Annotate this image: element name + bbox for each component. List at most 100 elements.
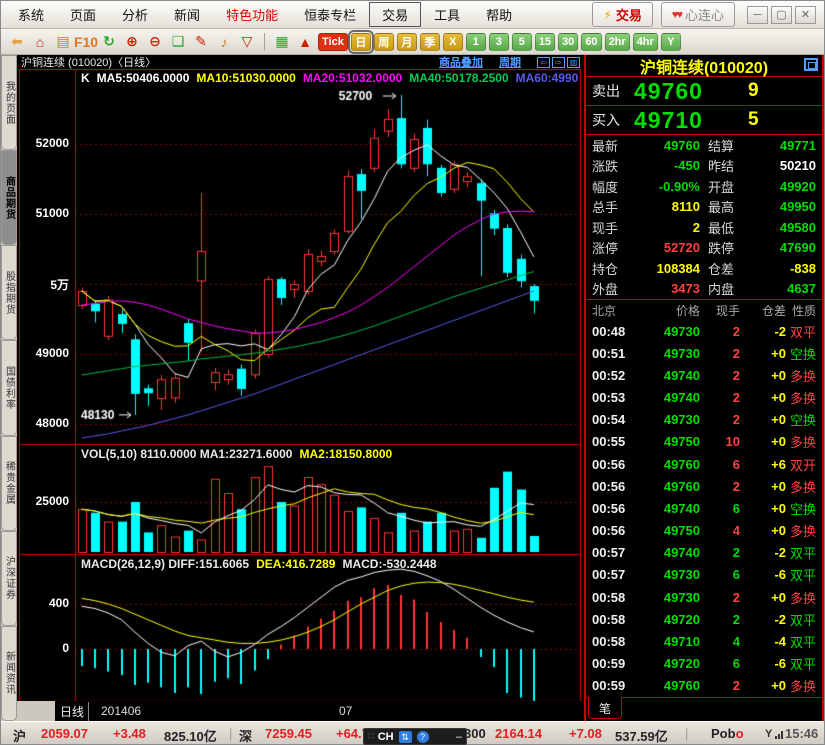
restore-window-icon[interactable] [804, 58, 818, 71]
chart-header: 沪铜连续 (010020)〈日线〉 商品叠加 周期 ⇦ ⇨ ▥ [17, 55, 584, 69]
period-link[interactable]: 周期 [499, 54, 521, 70]
sep[interactable] [264, 33, 265, 51]
home-icon[interactable]: ⌂ [30, 32, 50, 52]
tick-row: 00:59 49720 6 -6 双平 [586, 653, 822, 675]
quote-table-icon[interactable]: ▦ [272, 32, 292, 52]
sidebar-tab[interactable]: 沪深证券 [1, 531, 17, 626]
stats-row: 涨停 52720 跌停 47690 [586, 238, 822, 259]
split-view-icon[interactable]: ▥ [567, 57, 580, 68]
f10-icon[interactable]: F10 [76, 32, 96, 52]
ime-help-icon[interactable]: ? [417, 731, 429, 743]
tick-row: 00:56 49760 2 +0 多换 [586, 475, 822, 497]
app-window: 系统页面分析新闻特色功能恒泰专栏交易工具帮助 ⚡ 交易 ♥♥ 心连心 ─ ▢ ✕… [0, 0, 825, 745]
period-2hr[interactable]: 2hr [605, 33, 630, 51]
tick-row: 00:52 49740 2 +0 多换 [586, 364, 822, 386]
horn-icon[interactable]: ♪ [214, 32, 234, 52]
period-1m[interactable]: 1 [466, 33, 486, 51]
tick-row: 00:57 49730 6 -6 双平 [586, 564, 822, 586]
kline-icon[interactable]: ▲ [295, 32, 315, 52]
brand-logo: Pobo [711, 726, 744, 741]
axis-corner [17, 701, 55, 721]
signal-icon: Y [765, 729, 783, 739]
sidebar-tab[interactable]: 新闻资讯 [1, 626, 17, 721]
ask-price: 49760 [634, 78, 748, 105]
hearts-icon: ♥♥ [672, 9, 681, 21]
sh-amount: 825.10亿 [164, 726, 217, 745]
tick-row: 00:57 49740 2 -2 双平 [586, 542, 822, 564]
sidebar-tab[interactable]: 商品期货 [1, 150, 17, 245]
trade-button[interactable]: ⚡ 交易 [592, 2, 652, 27]
axis-label-month1: 201406 [101, 704, 141, 718]
filter-icon[interactable]: ▽ [237, 32, 257, 52]
period-tab-label[interactable]: 日线 [56, 702, 89, 721]
tick-row: 00:59 49760 2 +0 多换 [586, 675, 822, 697]
heart-button-label: 心连心 [685, 5, 724, 24]
sz-index: 7259.45 [265, 726, 312, 741]
notebook-icon[interactable]: ▤ [53, 32, 73, 52]
period-day[interactable]: 日 [351, 33, 371, 51]
ask-volume: 9 [748, 80, 816, 102]
sidebar-tab[interactable]: 稀贵金属 [1, 436, 17, 531]
heart-link-button[interactable]: ♥♥ 心连心 [661, 2, 735, 27]
chart-area: 沪铜连续 (010020)〈日线〉 商品叠加 周期 ⇦ ⇨ ▥ KMA5:504… [17, 55, 584, 721]
ask-label: 卖出 [592, 81, 634, 101]
period-x[interactable]: X [443, 33, 463, 51]
menu-item[interactable]: 恒泰专栏 [291, 2, 369, 27]
sidebar-tab[interactable]: 我的页面 [1, 55, 17, 150]
sh-index: 2059.07 [41, 726, 88, 741]
period-60m[interactable]: 60 [581, 33, 601, 51]
stats-row: 现手 2 最低 49580 [586, 217, 822, 238]
ime-minimize[interactable]: – [456, 731, 462, 743]
menu-item[interactable]: 新闻 [161, 2, 213, 27]
trade-button-label: 交易 [616, 5, 642, 24]
ime-lang-label[interactable]: CH [378, 731, 394, 743]
maximize-button[interactable]: ▢ [771, 6, 792, 24]
period-5m[interactable]: 5 [512, 33, 532, 51]
ime-language-bar[interactable]: ∷ CH ⇅ ? – [363, 728, 467, 745]
time-axis: 日线 201406 07 [17, 701, 584, 721]
minimize-button[interactable]: ─ [747, 6, 768, 24]
period-year[interactable]: Y [661, 33, 681, 51]
prev-arrow-icon[interactable]: ⇦ [537, 57, 550, 68]
lightning-icon: ⚡ [603, 8, 611, 22]
menubar: 系统页面分析新闻特色功能恒泰专栏交易工具帮助 ⚡ 交易 ♥♥ 心连心 ─ ▢ ✕ [1, 1, 824, 29]
ime-grip[interactable]: ∷ [368, 731, 373, 742]
draw-icon[interactable]: ✎ [191, 32, 211, 52]
zoom-in-icon[interactable]: ⊕ [122, 32, 142, 52]
tick-row: 00:58 49710 4 -4 双平 [586, 630, 822, 652]
tick-table-header: 北京 价格 现手 仓差 性质 [586, 300, 822, 320]
kline-chart-canvas[interactable] [17, 69, 584, 703]
hs300-change: +7.08 [569, 726, 602, 741]
stats-row: 幅度 -0.90% 开盘 49920 [586, 176, 822, 197]
period-month[interactable]: 月 [397, 33, 417, 51]
tick-row: 00:56 49740 6 +0 空换 [586, 497, 822, 519]
sidebar-tab[interactable]: 股指期货 [1, 245, 17, 340]
next-arrow-icon[interactable]: ⇨ [552, 57, 565, 68]
period-week[interactable]: 周 [374, 33, 394, 51]
menu-item[interactable]: 交易 [369, 2, 421, 27]
period-quarter[interactable]: 季 [420, 33, 440, 51]
menu-item[interactable]: 页面 [57, 2, 109, 27]
period-4hr[interactable]: 4hr [633, 33, 658, 51]
sidebar-tab[interactable]: 国债利率 [1, 340, 17, 435]
period-tick[interactable]: Tick [318, 33, 348, 51]
menu-item[interactable]: 帮助 [473, 2, 525, 27]
menu-item[interactable]: 工具 [421, 2, 473, 27]
axis-label-month2: 07 [339, 704, 352, 718]
period-30m[interactable]: 30 [558, 33, 578, 51]
menu-item[interactable]: 分析 [109, 2, 161, 27]
ime-keyboard-icon[interactable]: ⇅ [399, 731, 412, 743]
menu-item[interactable]: 特色功能 [213, 2, 291, 27]
overlay-link[interactable]: 商品叠加 [439, 54, 483, 70]
tick-tab[interactable]: 笔 [588, 697, 622, 719]
clock-time: 15:46 [785, 726, 818, 741]
close-button[interactable]: ✕ [795, 6, 816, 24]
zoom-out-icon[interactable]: ⊖ [145, 32, 165, 52]
refresh-icon[interactable]: ↻ [99, 32, 119, 52]
overlay-icon[interactable]: ❏ [168, 32, 188, 52]
period-15m[interactable]: 15 [535, 33, 555, 51]
period-3m[interactable]: 3 [489, 33, 509, 51]
tick-row: 00:54 49730 2 +0 空换 [586, 409, 822, 431]
back-icon[interactable]: ⬅ [7, 32, 27, 52]
menu-item[interactable]: 系统 [5, 2, 57, 27]
